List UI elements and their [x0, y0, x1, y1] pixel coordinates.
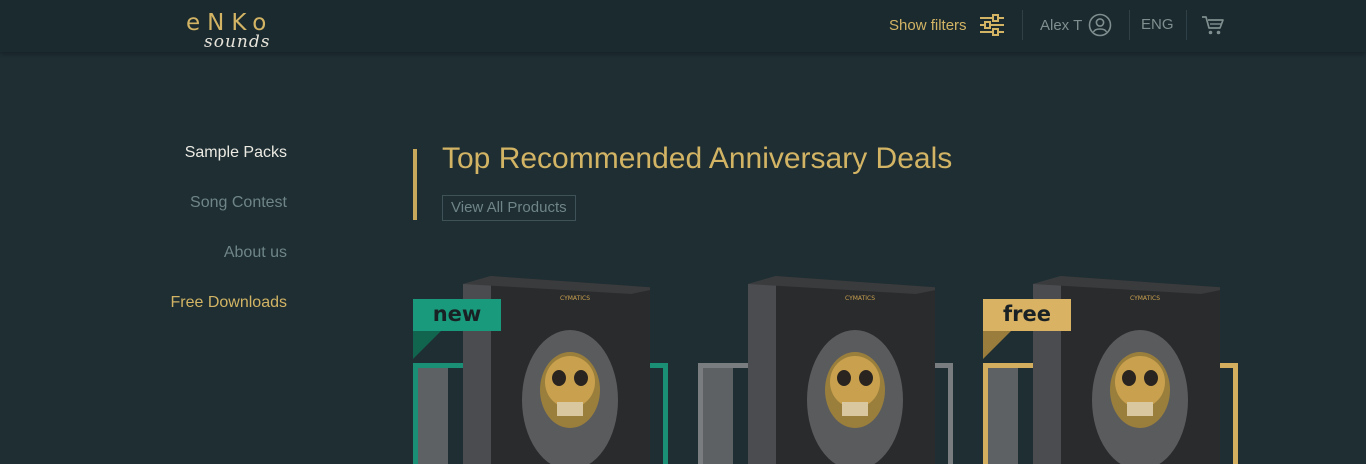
product-box-art: CYMATICS [748, 276, 935, 464]
filters-icon [979, 14, 1004, 36]
sidebar-nav: Sample Packs Song Contest About us Free … [120, 140, 288, 340]
user-name: Alex T [1040, 16, 1083, 34]
badge-tail [413, 331, 441, 359]
badge-free: free [983, 299, 1071, 331]
nav-item-about-us[interactable]: About us [120, 240, 287, 290]
show-filters-label: Show filters [889, 16, 967, 34]
section-accent-bar [413, 149, 417, 220]
product-card[interactable]: CYMATICS free [983, 270, 1243, 464]
product-card[interactable]: CYMATICS [698, 270, 958, 464]
brand-logo[interactable]: eNKo sounds [186, 10, 292, 56]
show-filters-button[interactable]: Show filters [889, 14, 1005, 36]
svg-text:CYMATICS: CYMATICS [560, 295, 590, 302]
product-card[interactable]: CYMATICS new [413, 270, 673, 464]
top-header: eNKo sounds Show filters Alex T ENG [0, 0, 1366, 52]
nav-item-song-contest[interactable]: Song Contest [120, 190, 287, 240]
cart-icon[interactable] [1201, 14, 1225, 36]
nav-item-free-downloads[interactable]: Free Downloads [120, 290, 288, 340]
header-divider [1186, 10, 1187, 40]
svg-text:CYMATICS: CYMATICS [1130, 295, 1160, 302]
badge-tail [983, 331, 1011, 359]
header-divider [1129, 10, 1130, 40]
logo-script: sounds [204, 32, 271, 52]
header-divider [1022, 10, 1023, 40]
svg-text:CYMATICS: CYMATICS [845, 295, 875, 302]
view-all-products-button[interactable]: View All Products [442, 195, 576, 221]
badge-new: new [413, 299, 501, 331]
section-title: Top Recommended Anniversary Deals [442, 142, 953, 175]
user-icon [1088, 13, 1112, 37]
user-account-button[interactable]: Alex T [1040, 12, 1112, 38]
nav-item-sample-packs[interactable]: Sample Packs [120, 140, 287, 190]
language-selector[interactable]: ENG [1141, 16, 1174, 33]
